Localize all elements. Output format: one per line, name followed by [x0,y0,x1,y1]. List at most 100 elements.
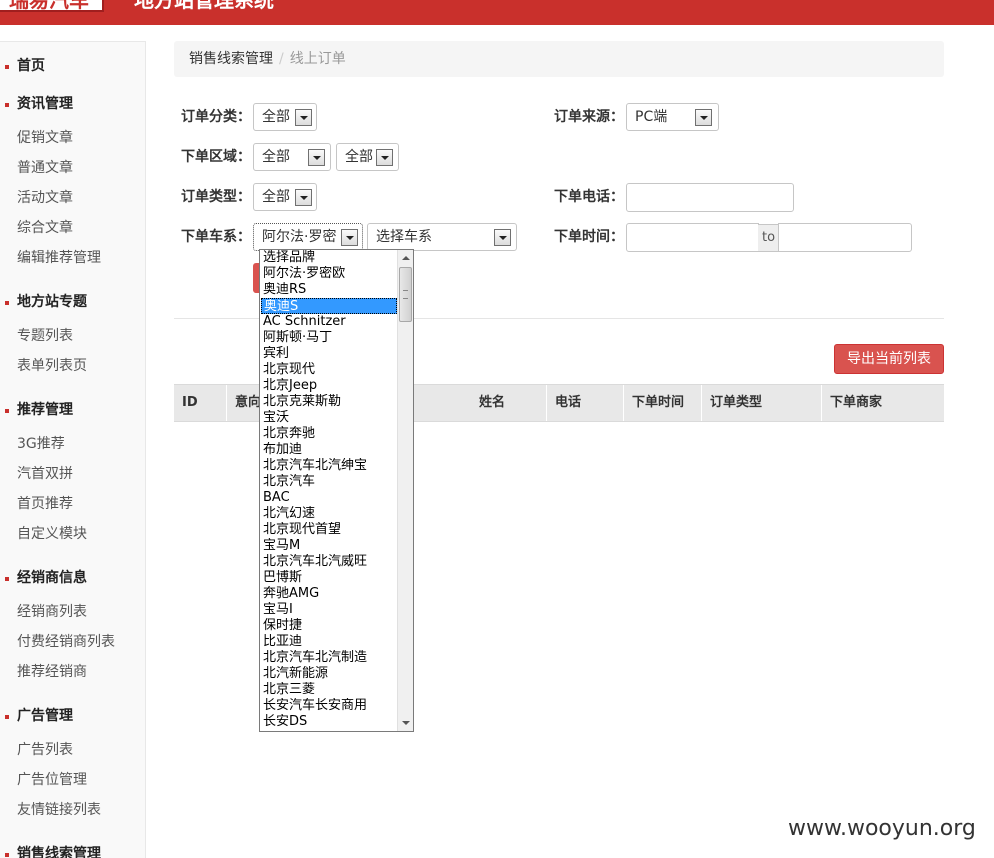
column-header-order-type[interactable]: 订单类型 [701,385,762,421]
sidebar-group-ads: 广告管理 广告列表 广告位管理 友情链接列表 [0,706,145,825]
site-logo[interactable]: 瑞易汽车 [0,0,104,12]
brand-option[interactable]: 奔驰AMG [261,586,397,602]
column-header-id[interactable]: ID [174,385,198,421]
brand-option[interactable]: 北京三菱 [261,682,397,698]
column-header-name[interactable]: 姓名 [471,385,505,421]
brand-option[interactable]: 北京克莱斯勒 [261,394,397,410]
brand-option[interactable]: 北汽新能源 [261,666,397,682]
brand-option[interactable]: 北京现代首望 [261,522,397,538]
sidebar-item-promo-articles[interactable]: 促销文章 [0,123,145,153]
sidebar-item-topic-list[interactable]: 专题列表 [0,321,145,351]
sidebar-item-dual-panel[interactable]: 汽首双拼 [0,459,145,489]
scroll-up-arrow-icon[interactable] [398,250,413,266]
breadcrumb-parent[interactable]: 销售线索管理 [189,51,273,67]
order-type-value: 全部 [262,189,290,205]
sidebar-group-label: 推荐管理 [17,402,73,418]
order-time-to-input[interactable] [778,223,912,252]
brand-option[interactable]: BAC [261,490,397,506]
sidebar-item-home-recommend[interactable]: 首页推荐 [0,489,145,519]
sidebar-group-label: 广告管理 [17,708,73,724]
brand-option[interactable]: 北京现代 [261,362,397,378]
sidebar-item-ad-list[interactable]: 广告列表 [0,735,145,765]
order-category-value: 全部 [262,109,290,125]
brand-option[interactable]: 北京汽车北汽威旺 [261,554,397,570]
sidebar-group-title-sales-leads[interactable]: 销售线索管理 [0,844,145,858]
order-series-select[interactable]: 选择车系 [367,223,517,251]
brand-option[interactable]: 奥迪S [261,298,397,314]
order-category-select[interactable]: 全部 [253,103,317,131]
sidebar-item-editor-picks[interactable]: 编辑推荐管理 [0,243,145,273]
brand-option[interactable]: 北京汽车北汽绅宝 [261,458,397,474]
export-list-button[interactable]: 导出当前列表 [834,344,944,374]
column-header-phone[interactable]: 电话 [546,385,581,421]
brand-option[interactable]: 北京汽车北汽制造 [261,650,397,666]
sidebar: 首页 资讯管理 促销文章 普通文章 活动文章 综合文章 编辑推荐管理 地方站专题… [0,41,146,858]
sidebar-item-dealer-list[interactable]: 经销商列表 [0,597,145,627]
sidebar-item-recommended-dealers[interactable]: 推荐经销商 [0,657,145,687]
brand-option[interactable]: 保时捷 [261,618,397,634]
brand-option[interactable]: 北京汽车 [261,474,397,490]
scroll-thumb[interactable] [399,267,412,322]
order-series-label: 下单车系： [181,229,251,245]
order-province-select[interactable]: 全部 [253,143,331,171]
sidebar-item-home[interactable]: 首页 [0,56,145,76]
order-time-label: 下单时间： [554,229,624,245]
column-header-intent[interactable]: 意向 [226,385,261,421]
top-header: 瑞易汽车 地方站管理系统 [0,0,994,25]
sidebar-item-normal-articles[interactable]: 普通文章 [0,153,145,183]
sidebar-group-label: 资讯管理 [17,96,73,112]
brand-option[interactable]: 布加迪 [261,442,397,458]
brand-option[interactable]: 北京奔驰 [261,426,397,442]
scroll-down-arrow-icon[interactable] [398,715,413,731]
sidebar-group-label: 经销商信息 [17,570,87,586]
brand-option[interactable]: 巴博斯 [261,570,397,586]
brand-option[interactable]: 长安汽车长安商用 [261,698,397,714]
sidebar-group-label: 销售线索管理 [17,846,101,858]
brand-option[interactable]: 长安DS [261,714,397,730]
brand-option[interactable]: 宝沃 [261,410,397,426]
dropdown-scrollbar[interactable] [397,250,413,731]
sidebar-item-friend-links[interactable]: 友情链接列表 [0,795,145,825]
brand-option[interactable]: 选择品牌 [261,250,397,266]
order-time-from-input[interactable] [626,223,759,252]
brand-option[interactable]: 北汽幻速 [261,506,397,522]
chevron-down-icon [308,149,325,166]
brand-option[interactable]: 奥迪RS [261,282,397,298]
brand-option[interactable]: 宝马I [261,602,397,618]
sidebar-group-title-news[interactable]: 资讯管理 [0,94,145,114]
order-brand-select[interactable]: 阿尔法·罗密 [253,223,363,251]
brand-dropdown-list[interactable]: 选择品牌 阿尔法·罗密欧 奥迪RS 奥迪S AC Schnitzer 阿斯顿·马丁 宾利 北京… [259,249,414,732]
order-series-value: 选择车系 [376,229,432,245]
order-type-select[interactable]: 全部 [253,183,317,211]
column-header-order-time[interactable]: 下单时间 [623,385,684,421]
sidebar-group-title-ads[interactable]: 广告管理 [0,706,145,726]
sidebar-item-ad-slot-management[interactable]: 广告位管理 [0,765,145,795]
order-source-select[interactable]: PC端 [626,103,719,131]
brand-option[interactable]: 阿斯顿·马丁 [261,330,397,346]
bullet-icon [5,409,9,413]
brand-option[interactable]: 比亚迪 [261,634,397,650]
brand-option[interactable]: 阿尔法·罗密欧 [261,266,397,282]
sidebar-group-news: 资讯管理 促销文章 普通文章 活动文章 综合文章 编辑推荐管理 [0,94,145,273]
sidebar-item-form-list[interactable]: 表单列表页 [0,351,145,381]
column-header-merchant[interactable]: 下单商家 [821,385,882,421]
order-province-value: 全部 [262,149,290,165]
brand-option[interactable]: AC Schnitzer [261,314,397,330]
sidebar-item-paid-dealer-list[interactable]: 付费经销商列表 [0,627,145,657]
brand-option[interactable]: 宝马M [261,538,397,554]
order-phone-input[interactable] [626,183,794,212]
sidebar-group-title-recommend[interactable]: 推荐管理 [0,400,145,420]
sidebar-item-3g-recommend[interactable]: 3G推荐 [0,429,145,459]
bullet-icon [5,301,9,305]
bullet-icon [5,103,9,107]
bullet-icon [5,853,9,857]
brand-option[interactable]: 宾利 [261,346,397,362]
sidebar-item-event-articles[interactable]: 活动文章 [0,183,145,213]
brand-option[interactable]: 北京Jeep [261,378,397,394]
sidebar-group-title-dealers[interactable]: 经销商信息 [0,568,145,588]
sidebar-group-topics: 地方站专题 专题列表 表单列表页 [0,292,145,381]
sidebar-item-custom-module[interactable]: 自定义模块 [0,519,145,549]
sidebar-item-general-articles[interactable]: 综合文章 [0,213,145,243]
order-city-select[interactable]: 全部 [336,143,399,171]
sidebar-group-title-topics[interactable]: 地方站专题 [0,292,145,312]
